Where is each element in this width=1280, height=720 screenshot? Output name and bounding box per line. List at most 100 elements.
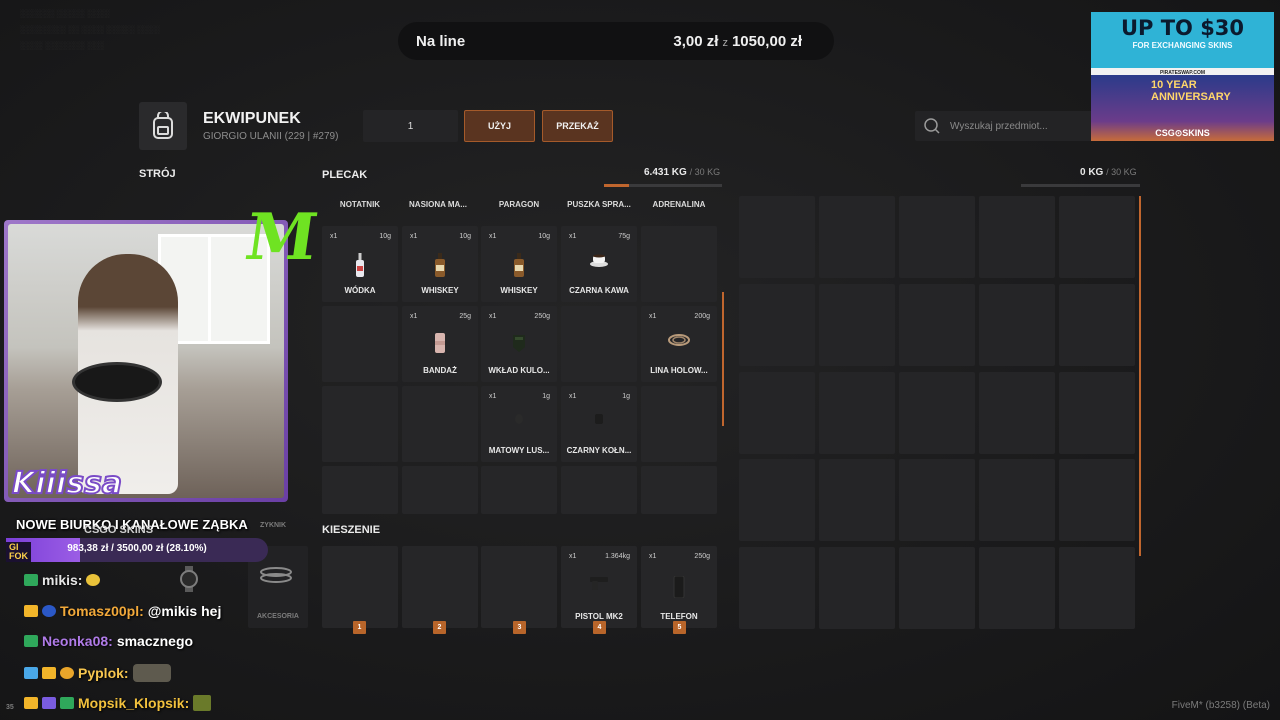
chat-message: Tomasz00pl: @mikis hej	[24, 603, 221, 619]
inventory-slot[interactable]: x1 75g CZARNA KAWA	[561, 226, 637, 302]
csgo-banner-text: CSGO SKINS	[84, 524, 154, 536]
inventory-slot-empty[interactable]	[561, 306, 637, 382]
pockets-label: KIESZENIE	[322, 524, 381, 536]
ground-slot[interactable]	[899, 459, 975, 541]
crown-badge-icon	[42, 667, 56, 679]
item-weight: 200g	[694, 313, 710, 320]
item-count: x1	[569, 233, 577, 240]
inventory-slot-empty[interactable]	[641, 466, 717, 514]
inventory-slot[interactable]: x1 1g MATOWY LUS...	[481, 386, 557, 462]
pocket-slot-empty[interactable]	[481, 546, 557, 628]
item-count: x1	[569, 553, 577, 560]
character-info: GIORGIO ULANII (229 | #279)	[203, 131, 339, 142]
ground-slot[interactable]	[1059, 196, 1135, 278]
ground-slot[interactable]	[899, 284, 975, 366]
backpack-icon	[153, 112, 173, 139]
ad-brand: CSG⊙SKINS	[1155, 128, 1210, 138]
pirateswap-ad[interactable]: UP TO $30 FOR EXCHANGING SKINS PIRATESWA…	[1091, 12, 1274, 78]
ground-slot[interactable]	[979, 196, 1055, 278]
inventory-slot-empty[interactable]	[322, 306, 398, 382]
chat-username: Tomasz00pl:	[60, 603, 144, 619]
backpack-weight-max: / 30 KG	[689, 167, 721, 177]
fivem-version: FiveM* (b3258) (Beta)	[1171, 700, 1270, 711]
inventory-slot[interactable]: x1 200g LINA HOLOW...	[641, 306, 717, 382]
ground-slot[interactable]	[899, 372, 975, 454]
item-name: BANDAŻ	[423, 366, 457, 375]
streamer-name-logo: Kiiissa	[11, 465, 123, 502]
use-button[interactable]: UŻYJ	[464, 110, 535, 142]
ground-slot[interactable]	[819, 284, 895, 366]
ground-weight: 0 KG / 30 KG	[1080, 167, 1137, 178]
inventory-slot-empty[interactable]	[402, 386, 478, 462]
column-header: NASIONA MA...	[409, 200, 467, 209]
ground-scrollbar[interactable]	[1139, 196, 1141, 556]
inventory-slot[interactable]: x1 10g WHISKEY	[481, 226, 557, 302]
column-header: NOTATNIK	[339, 200, 381, 209]
ground-slot[interactable]	[979, 459, 1055, 541]
ground-slot[interactable]	[739, 284, 815, 366]
crown-badge-icon	[24, 605, 38, 617]
ground-slot[interactable]	[1059, 459, 1135, 541]
csgoskins-ad[interactable]: 10 YEAR ANNIVERSARY CSG⊙SKINS	[1091, 75, 1274, 141]
ground-slot[interactable]	[819, 196, 895, 278]
ground-slot[interactable]	[1059, 372, 1135, 454]
inventory-slot[interactable]: x1 250g WKŁAD KULO...	[481, 306, 557, 382]
chat-message: Neonka08: smacznego	[24, 633, 193, 649]
outfit-label: STRÓJ	[139, 168, 176, 180]
amount-separator: z	[722, 36, 728, 49]
sub-badge-icon	[24, 635, 38, 647]
item-weight: 250g	[694, 553, 710, 560]
vodka-bottle-icon	[356, 253, 364, 278]
inventory-slot-empty[interactable]	[322, 466, 398, 514]
pocket-slot[interactable]: x1 250g TELEFON	[641, 546, 717, 628]
ground-slot[interactable]	[979, 547, 1055, 629]
inventory-slot-empty[interactable]	[481, 466, 557, 514]
ground-slot[interactable]	[899, 196, 975, 278]
whiskey-bottle-icon	[435, 253, 445, 278]
item-name: WÓDKA	[344, 286, 376, 295]
sword-badge-icon	[24, 667, 38, 679]
ground-slot[interactable]	[899, 547, 975, 629]
inventory-slot-empty[interactable]	[402, 466, 478, 514]
ground-slot[interactable]	[979, 284, 1055, 366]
pocket-slot-empty[interactable]	[322, 546, 398, 628]
chat-message: mikis:	[24, 572, 101, 588]
item-name: CZARNA KAWA	[569, 286, 629, 295]
inventory-slot-empty[interactable]	[322, 386, 398, 462]
accessory-label: AKCESORIA	[256, 613, 299, 620]
ground-slot[interactable]	[739, 196, 815, 278]
inventory-slot-empty[interactable]	[641, 226, 717, 302]
ground-slot[interactable]	[739, 459, 815, 541]
inventory-slot-empty[interactable]	[561, 466, 637, 514]
quantity-input[interactable]: 1	[363, 110, 458, 142]
inventory-slot[interactable]: x1 1g CZARNY KOŁN...	[561, 386, 637, 462]
pocket-slot[interactable]: x1 1.364kg PISTOL MK2	[561, 546, 637, 628]
ground-slot[interactable]	[819, 547, 895, 629]
inventory-slot[interactable]: x1 10g WÓDKA	[322, 226, 398, 302]
inventory-slot[interactable]: x1 10g WHISKEY	[402, 226, 478, 302]
faded-chat-history: ░░░░░░ ░░░░░ ░░░░ ░░░░░░░░ ░░ ░░░░ ░░░░░ …	[20, 9, 160, 50]
ground-slot[interactable]	[819, 459, 895, 541]
ad-subline: FOR EXCHANGING SKINS	[1132, 41, 1233, 50]
emoji-icon	[86, 574, 101, 586]
backpack-scrollbar[interactable]	[722, 292, 724, 426]
ground-slot[interactable]	[1059, 547, 1135, 629]
ground-slot[interactable]	[739, 547, 815, 629]
inventory-slot[interactable]: x1 25g BANDAŻ	[402, 306, 478, 382]
status-title: Na line	[416, 32, 466, 50]
chat-username: Pyplok:	[78, 665, 129, 681]
chat-username: mikis:	[42, 572, 83, 588]
ground-slot[interactable]	[819, 372, 895, 454]
total-amount: 1050,00 zł	[731, 32, 802, 50]
item-name: WHISKEY	[500, 286, 538, 295]
backpack-weight-bar	[604, 184, 722, 187]
search-icon	[924, 118, 940, 134]
ground-slot[interactable]	[1059, 284, 1135, 366]
item-count: x1	[489, 393, 497, 400]
ground-slot[interactable]	[979, 372, 1055, 454]
ground-slot[interactable]	[739, 372, 815, 454]
pocket-slot-empty[interactable]	[402, 546, 478, 628]
inventory-slot-empty[interactable]	[641, 386, 717, 462]
item-name: MATOWY LUS...	[488, 446, 550, 455]
give-button[interactable]: PRZEKAŻ	[542, 110, 613, 142]
